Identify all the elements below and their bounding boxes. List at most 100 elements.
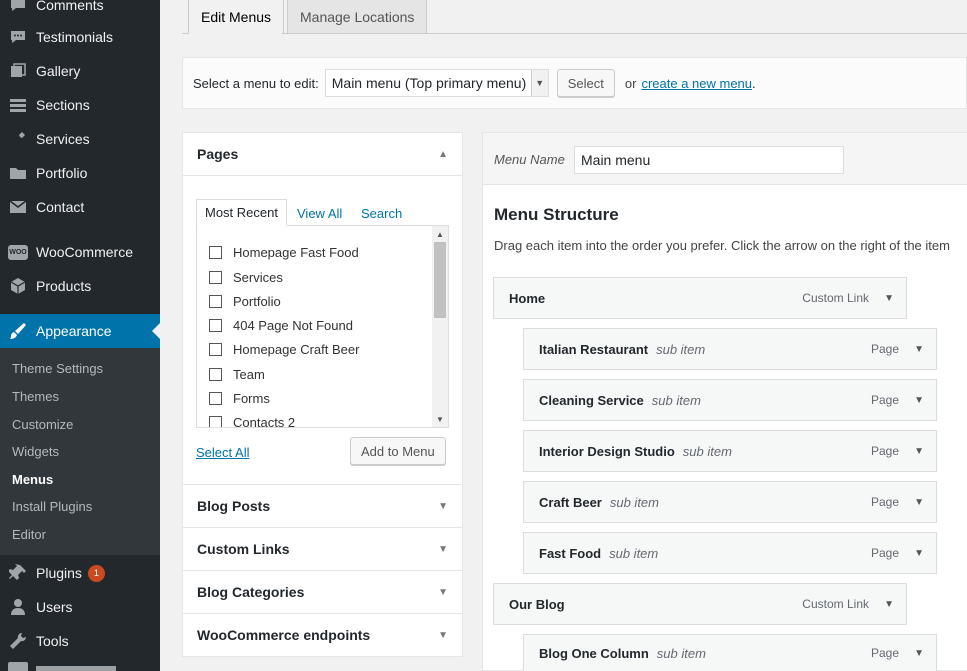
nav-sections[interactable]: Sections xyxy=(0,88,160,122)
nav-woocommerce[interactable]: WOO WooCommerce xyxy=(0,235,160,269)
caret-down-icon[interactable]: ▼ xyxy=(914,344,924,355)
nav-appearance[interactable]: Appearance xyxy=(0,314,160,348)
list-item[interactable]: Contacts 2 xyxy=(209,415,295,427)
caret-down-icon: ▼ xyxy=(438,586,448,598)
scroll-up-icon[interactable]: ▲ xyxy=(432,226,448,242)
nav-gallery[interactable]: Gallery xyxy=(0,54,160,88)
submenu-editor[interactable]: Editor xyxy=(12,527,46,542)
nav-contact[interactable]: Contact xyxy=(0,190,160,224)
tab-most-recent[interactable]: Most Recent xyxy=(196,199,287,226)
sidebar-cutoff-item xyxy=(8,662,138,671)
menu-item-craft-beer[interactable]: Craft Beer sub item Page ▼ xyxy=(523,481,937,523)
create-new-menu-link[interactable]: create a new menu xyxy=(641,76,752,91)
menu-select-dropdown[interactable]: Main menu (Top primary menu) ▼ xyxy=(324,69,549,97)
products-icon xyxy=(8,276,28,296)
menu-item-blog-one-column[interactable]: Blog One Column sub item Page ▼ xyxy=(523,634,937,671)
caret-down-icon[interactable]: ▼ xyxy=(914,497,924,508)
nav-portfolio[interactable]: Portfolio xyxy=(0,156,160,190)
nav-label: Testimonials xyxy=(36,29,114,45)
menu-structure-instructions: Drag each item into the order you prefer… xyxy=(494,238,950,253)
menu-item-italian-restaurant[interactable]: Italian Restaurant sub item Page ▼ xyxy=(523,328,937,370)
submenu-customize[interactable]: Customize xyxy=(12,417,73,432)
nav-label: Plugins xyxy=(36,565,82,581)
checkbox[interactable] xyxy=(209,246,222,259)
nav-products[interactable]: Products xyxy=(0,269,160,303)
portfolio-icon xyxy=(8,163,28,183)
menu-item-cleaning-service[interactable]: Cleaning Service sub item Page ▼ xyxy=(523,379,937,421)
users-icon xyxy=(8,597,28,617)
checkbox[interactable] xyxy=(209,319,222,332)
wrench-icon xyxy=(8,631,28,651)
submenu-themes[interactable]: Themes xyxy=(12,389,59,404)
submenu-widgets[interactable]: Widgets xyxy=(12,444,59,459)
nav-plugins[interactable]: Plugins 1 xyxy=(0,556,160,590)
period-text: . xyxy=(752,75,756,91)
blog-categories-section-header[interactable]: Blog Categories ▼ xyxy=(183,570,462,613)
nav-comments[interactable]: Comments xyxy=(0,0,160,22)
caret-down-icon[interactable]: ▼ xyxy=(914,395,924,406)
submenu-theme-settings[interactable]: Theme Settings xyxy=(12,361,103,376)
plugins-icon xyxy=(8,563,28,583)
testimonials-icon xyxy=(8,27,28,47)
gallery-icon xyxy=(8,61,28,81)
woocommerce-endpoints-section-header[interactable]: WooCommerce endpoints ▼ xyxy=(183,613,462,656)
caret-down-icon[interactable]: ▼ xyxy=(884,293,894,304)
scroll-thumb[interactable] xyxy=(434,242,446,318)
caret-up-icon: ▲ xyxy=(438,148,448,160)
nav-label: Users xyxy=(36,599,73,615)
menu-name-bar: Menu Name Main menu xyxy=(483,133,967,185)
tab-edit-menus[interactable]: Edit Menus xyxy=(188,0,285,34)
active-tab-gap xyxy=(189,33,282,34)
menu-select-bar: Select a menu to edit: Main menu (Top pr… xyxy=(182,57,967,109)
nav-users[interactable]: Users xyxy=(0,590,160,624)
list-item[interactable]: Team xyxy=(209,367,265,382)
checkbox[interactable] xyxy=(209,368,222,381)
caret-down-icon[interactable]: ▼ xyxy=(914,648,924,659)
services-icon xyxy=(8,129,28,149)
blog-posts-section-header[interactable]: Blog Posts ▼ xyxy=(183,484,462,527)
tab-manage-locations[interactable]: Manage Locations xyxy=(287,0,428,34)
admin-sidebar: Comments Testimonials Gallery Sections S… xyxy=(0,0,160,671)
add-to-menu-button[interactable]: Add to Menu xyxy=(350,437,446,465)
nav-label: Tools xyxy=(36,633,69,649)
checkbox[interactable] xyxy=(209,416,222,427)
menu-item-home[interactable]: Home Custom Link ▼ xyxy=(493,277,907,319)
checkbox[interactable] xyxy=(209,295,222,308)
list-item[interactable]: 404 Page Not Found xyxy=(209,318,353,333)
tab-search[interactable]: Search xyxy=(361,206,402,221)
list-item[interactable]: Services xyxy=(209,270,283,285)
tab-view-all[interactable]: View All xyxy=(297,206,342,221)
list-item[interactable]: Forms xyxy=(209,391,270,406)
list-item[interactable]: Portfolio xyxy=(209,294,281,309)
list-item[interactable]: Homepage Fast Food xyxy=(209,245,359,260)
chevron-down-icon: ▼ xyxy=(530,70,548,96)
custom-links-section-header[interactable]: Custom Links ▼ xyxy=(183,527,462,570)
pages-section-header[interactable]: Pages ▲ xyxy=(183,133,462,176)
pages-title: Pages xyxy=(197,146,239,162)
checkbox[interactable] xyxy=(209,343,222,356)
checkbox[interactable] xyxy=(209,392,222,405)
submenu-menus[interactable]: Menus xyxy=(12,472,53,487)
menu-name-input[interactable]: Main menu xyxy=(574,146,844,174)
menu-item-our-blog[interactable]: Our Blog Custom Link ▼ xyxy=(493,583,907,625)
menu-structure-title: Menu Structure xyxy=(494,205,619,224)
caret-down-icon[interactable]: ▼ xyxy=(914,446,924,457)
scroll-down-icon[interactable]: ▼ xyxy=(432,411,448,427)
select-all-link[interactable]: Select All xyxy=(196,445,249,460)
nav-services[interactable]: Services xyxy=(0,122,160,156)
caret-down-icon[interactable]: ▼ xyxy=(884,599,894,610)
nav-tools[interactable]: Tools xyxy=(0,624,160,658)
caret-down-icon[interactable]: ▼ xyxy=(914,548,924,559)
menu-item-interior-design[interactable]: Interior Design Studio sub item Page ▼ xyxy=(523,430,937,472)
nav-testimonials[interactable]: Testimonials xyxy=(0,20,160,54)
appearance-submenu: Theme Settings Themes Customize Widgets … xyxy=(0,348,160,555)
caret-down-icon: ▼ xyxy=(438,543,448,555)
list-item[interactable]: Homepage Craft Beer xyxy=(209,342,359,357)
checkbox[interactable] xyxy=(209,271,222,284)
select-button[interactable]: Select xyxy=(556,69,615,97)
woocommerce-icon: WOO xyxy=(8,242,28,262)
menu-item-fast-food[interactable]: Fast Food sub item Page ▼ xyxy=(523,532,937,574)
nav-label: Portfolio xyxy=(36,165,88,181)
submenu-install-plugins[interactable]: Install Plugins xyxy=(12,499,92,514)
list-scrollbar[interactable]: ▲ ▼ xyxy=(432,226,448,427)
